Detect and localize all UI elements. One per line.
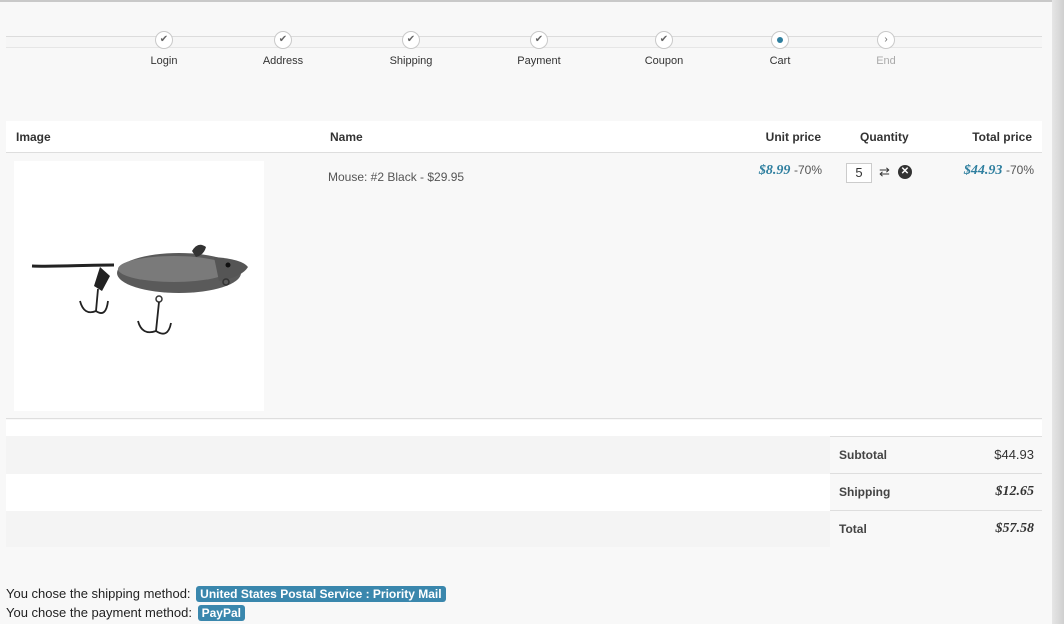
header-name: Name xyxy=(330,130,363,144)
check-icon: ✔ xyxy=(530,31,548,49)
step-label: Payment xyxy=(517,55,561,67)
total-value: $57.58 xyxy=(995,521,1035,536)
cart-totals: Subtotal $44.93 Shipping $12.65 Total $5… xyxy=(830,436,1042,547)
step-payment[interactable]: ✔ Payment xyxy=(479,31,599,67)
shipping-value: $12.65 xyxy=(995,484,1035,499)
dot-icon xyxy=(771,31,789,49)
table-spacer-row xyxy=(6,511,830,547)
unit-price: $8.99 xyxy=(758,163,791,178)
cart-table-header: Image Name Unit price Quantity Total pri… xyxy=(6,121,1042,153)
header-unit-price: Unit price xyxy=(765,130,821,144)
fishing-lure-mouse-image xyxy=(31,244,248,335)
check-icon: ✔ xyxy=(655,31,673,49)
product-image[interactable] xyxy=(14,161,264,411)
refresh-icon[interactable]: ⇄ xyxy=(879,164,890,180)
top-border xyxy=(0,0,1064,2)
check-icon: ✔ xyxy=(274,31,292,49)
shipping-method-text: You chose the shipping method: xyxy=(6,586,191,601)
header-quantity: Quantity xyxy=(860,130,909,144)
step-cart[interactable]: Cart xyxy=(720,31,840,67)
shipping-method-badge: United States Postal Service : Priority … xyxy=(196,586,446,602)
shipping-method-summary: You chose the shipping method: United St… xyxy=(6,586,446,602)
shipping-row: Shipping $12.65 xyxy=(830,473,1042,510)
step-label: Login xyxy=(150,55,178,67)
product-name-link[interactable]: Mouse: #2 Black - $29.95 xyxy=(328,170,464,184)
step-login[interactable]: ✔ Login xyxy=(104,31,224,67)
check-icon: ✔ xyxy=(402,31,420,49)
payment-method-summary: You chose the payment method: PayPal xyxy=(6,605,245,621)
quantity-input[interactable]: 5 xyxy=(846,163,872,183)
step-address[interactable]: ✔ Address xyxy=(223,31,343,67)
remove-icon[interactable]: ✕ xyxy=(898,165,912,179)
header-image: Image xyxy=(16,130,51,144)
payment-method-badge: PayPal xyxy=(197,605,245,621)
total-discount: -70% xyxy=(1005,163,1034,177)
total-row: Total $57.58 xyxy=(830,510,1042,547)
chevron-right-icon: › xyxy=(877,31,895,49)
total-price-cell: $44.93 -70% xyxy=(964,162,1034,179)
table-row: Mouse: #2 Black - $29.95 $8.99 -70% 5 ⇄ … xyxy=(6,153,1042,419)
payment-method-text: You chose the payment method: xyxy=(6,605,192,620)
subtotal-row: Subtotal $44.93 xyxy=(830,436,1042,473)
table-spacer-row xyxy=(6,420,1042,436)
step-shipping[interactable]: ✔ Shipping xyxy=(351,31,471,67)
total-label: Total xyxy=(839,522,867,536)
subtotal-label: Subtotal xyxy=(839,448,887,462)
table-spacer-row xyxy=(6,474,830,511)
subtotal-value: $44.93 xyxy=(994,447,1034,462)
unit-price-cell: $8.99 -70% xyxy=(759,162,822,179)
total-price: $44.93 xyxy=(963,163,1003,178)
header-total-price: Total price xyxy=(972,130,1032,144)
step-label: Cart xyxy=(769,55,791,67)
step-label: End xyxy=(876,55,896,67)
shipping-label: Shipping xyxy=(839,485,891,499)
step-label: Coupon xyxy=(644,55,684,67)
window-edge xyxy=(1052,0,1064,624)
table-spacer-row xyxy=(6,436,830,474)
step-coupon[interactable]: ✔ Coupon xyxy=(604,31,724,67)
check-icon: ✔ xyxy=(155,31,173,49)
step-end: › End xyxy=(826,31,946,67)
unit-discount: -70% xyxy=(793,163,822,177)
step-label: Address xyxy=(262,55,304,67)
step-label: Shipping xyxy=(389,55,433,67)
